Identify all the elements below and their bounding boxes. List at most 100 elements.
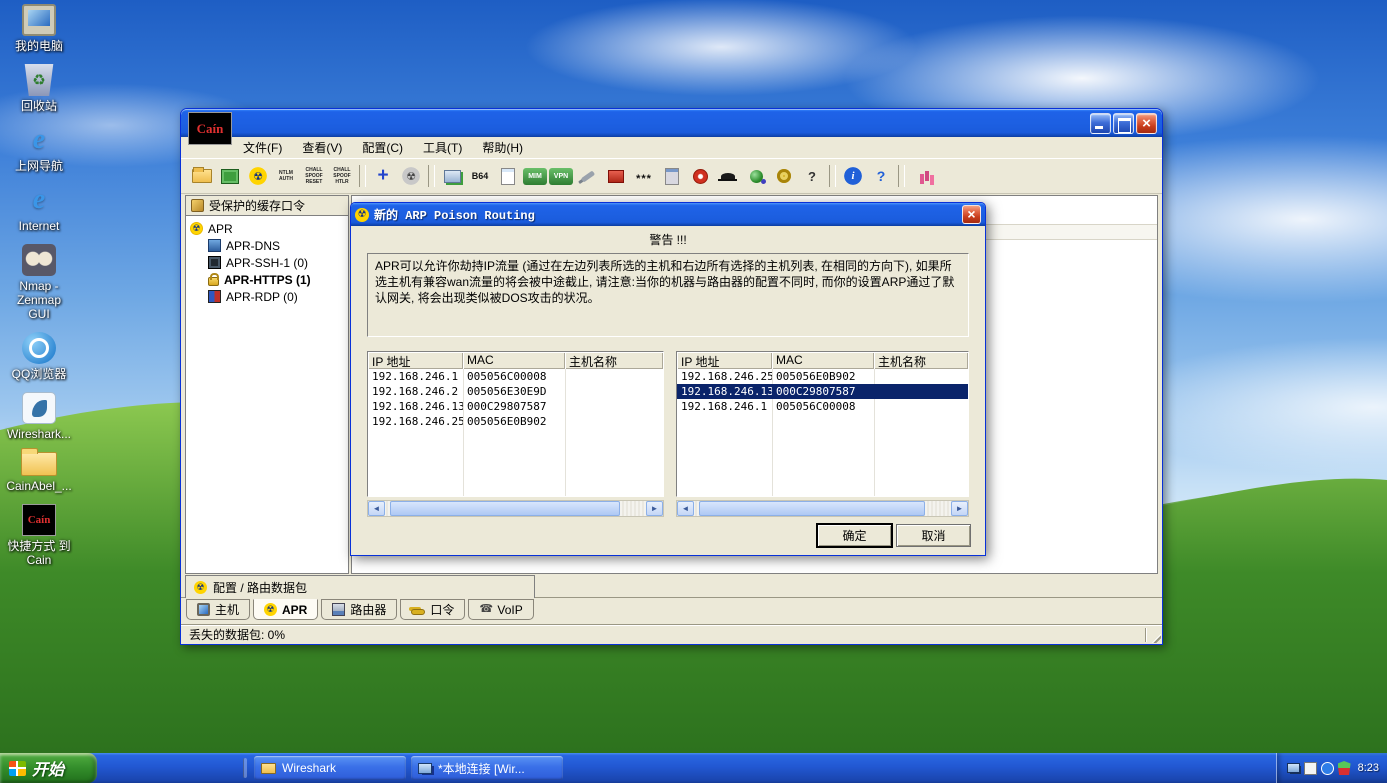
add-to-list-icon[interactable]: +	[370, 163, 396, 189]
scroll-thumb[interactable]	[699, 501, 926, 516]
host-row[interactable]: 192.168.246.1 005056C00008	[368, 369, 663, 384]
network-tray-icon[interactable]	[1286, 763, 1300, 773]
task-local-connection[interactable]: *本地连接 [Wir...	[411, 756, 563, 780]
dialog-close-button[interactable]	[962, 205, 981, 224]
cell-mac: 005056E30E9D	[467, 385, 547, 398]
network-adapter-icon[interactable]	[439, 163, 465, 189]
mim-icon[interactable]: MIM	[523, 167, 547, 185]
tab-passwords[interactable]: 口令	[400, 599, 466, 620]
host-row[interactable]: 192.168.246.254 005056E0B902	[677, 369, 968, 384]
desktop-icon-internet-nav[interactable]: 上网导航	[5, 124, 73, 173]
menu-config[interactable]: 配置(C)	[362, 139, 403, 156]
target-hosts-column: IP 地址 MAC 主机名称 192.168.246.254 005056E0B…	[676, 351, 969, 517]
host-row[interactable]: 192.168.246.130 000C29807587	[677, 384, 968, 399]
password-stars-icon[interactable]: ***	[631, 163, 657, 189]
host-row[interactable]: 192.168.246.254 005056E0B902	[368, 414, 663, 429]
column-header-mac[interactable]: MAC	[772, 352, 874, 369]
base64-decoder-icon[interactable]: B64	[467, 163, 493, 189]
open-folder-icon[interactable]	[189, 163, 215, 189]
tab-voip[interactable]: VoIP	[468, 599, 534, 620]
desktop-icon-internet[interactable]: Internet	[5, 184, 73, 233]
task-label: *本地连接 [Wir...	[438, 761, 525, 776]
menu-help[interactable]: 帮助(H)	[482, 139, 523, 156]
minimize-button[interactable]	[1090, 113, 1111, 134]
cd-icon[interactable]	[687, 163, 713, 189]
chall-spoof-reset-icon[interactable]: CHALL SPOOF RESET	[301, 163, 327, 189]
help-tray-icon[interactable]	[1320, 761, 1334, 775]
tab-routers[interactable]: 路由器	[321, 599, 398, 620]
tab-apr[interactable]: APR	[253, 599, 319, 620]
trojan-hat-icon[interactable]	[715, 163, 741, 189]
column-header-hostname[interactable]: 主机名称	[565, 352, 663, 369]
cain-titlebar[interactable]	[181, 109, 1162, 137]
column-header-mac[interactable]: MAC	[463, 352, 565, 369]
tree-item-apr-ssh[interactable]: APR-SSH-1 (0)	[206, 254, 346, 271]
desktop-icon-my-computer[interactable]: 我的电脑	[5, 4, 73, 53]
tree-item-label: APR-SSH-1 (0)	[226, 255, 309, 270]
dialog-titlebar[interactable]: 新的 ARP Poison Routing	[351, 203, 985, 226]
tree-item-apr[interactable]: APR	[188, 220, 346, 237]
config-route-tab[interactable]: 配置 / 路由数据包	[185, 575, 535, 598]
desktop-icon-qq-browser[interactable]: QQ浏览器	[5, 332, 73, 381]
host-row[interactable]: 192.168.246.130 000C29807587	[368, 399, 663, 414]
help-icon[interactable]: ?	[868, 163, 894, 189]
tree-item-apr-dns[interactable]: APR-DNS	[206, 237, 346, 254]
cache-passwords-icon	[191, 199, 204, 212]
desktop-icon-nmap-zenmap[interactable]: Nmap - Zenmap GUI	[5, 244, 73, 321]
vpn-icon[interactable]: VPN	[549, 167, 573, 185]
sniffer-icon[interactable]	[217, 163, 243, 189]
desktop-icon-cain-shortcut[interactable]: 快捷方式 到 Cain	[5, 504, 73, 567]
ntlm-auth-icon[interactable]: NTLM AUTH	[273, 163, 299, 189]
scroll-left-arrow-icon[interactable]	[368, 501, 385, 516]
target-hosts-hscrollbar[interactable]	[676, 500, 969, 517]
ok-button[interactable]: 确定	[817, 524, 892, 547]
start-button[interactable]: 开始	[0, 753, 97, 783]
tree-item-label: APR	[208, 221, 233, 236]
dialog-body: 警告 !!! APR可以允许你劫持IP流量 (通过在左边列表所选的主机和右边所有…	[351, 226, 985, 555]
rsa-token-icon[interactable]	[603, 163, 629, 189]
scroll-track[interactable]	[385, 501, 646, 516]
cert-decoder-icon[interactable]	[495, 163, 521, 189]
scroll-right-arrow-icon[interactable]	[951, 501, 968, 516]
protected-cache-tab[interactable]: 受保护的缓存口令	[185, 195, 349, 216]
antivirus-tray-icon[interactable]	[1337, 761, 1351, 775]
hash-tool-icon[interactable]	[575, 163, 601, 189]
menu-view[interactable]: 查看(V)	[302, 139, 342, 156]
query-icon[interactable]: ?	[799, 163, 825, 189]
desktop-icon-label: Nmap - Zenmap GUI	[16, 279, 62, 321]
host-row[interactable]: 192.168.246.1 005056C00008	[677, 399, 968, 414]
tab-hosts[interactable]: 主机	[186, 599, 251, 620]
column-header-ip[interactable]: IP 地址	[677, 352, 772, 369]
lost-packets-status: 丢失的数据包: 0%	[189, 628, 286, 642]
desktop-icon-wireshark[interactable]: Wireshark...	[5, 392, 73, 441]
cancel-button[interactable]: 取消	[896, 524, 971, 547]
column-header-hostname[interactable]: 主机名称	[874, 352, 968, 369]
host-row[interactable]: 192.168.246.2 005056E30E9D	[368, 384, 663, 399]
remove-apr-icon[interactable]: ☢	[398, 163, 424, 189]
menu-file[interactable]: 文件(F)	[243, 139, 282, 156]
tree-item-apr-rdp[interactable]: APR-RDP (0)	[206, 288, 346, 305]
desktop-icon-cainabel-folder[interactable]: CainAbel_...	[5, 448, 73, 493]
exit-chart-icon[interactable]	[909, 163, 935, 189]
close-button[interactable]	[1136, 113, 1157, 134]
apr-start-icon[interactable]: ☢	[245, 163, 271, 189]
tree-item-apr-https[interactable]: APR-HTTPS (1)	[206, 271, 346, 288]
info-icon[interactable]: i	[840, 163, 866, 189]
scroll-right-arrow-icon[interactable]	[646, 501, 663, 516]
resize-grip[interactable]	[1148, 630, 1161, 643]
remote-globe-icon[interactable]	[743, 163, 769, 189]
column-header-ip[interactable]: IP 地址	[368, 352, 463, 369]
menu-tools[interactable]: 工具(T)	[423, 139, 462, 156]
ime-tray-icon[interactable]	[1303, 761, 1317, 775]
desktop-icon-label: QQ浏览器	[11, 367, 67, 381]
maximize-button[interactable]	[1113, 113, 1134, 134]
calculator-icon[interactable]	[659, 163, 685, 189]
scroll-track[interactable]	[694, 501, 951, 516]
source-hosts-hscrollbar[interactable]	[367, 500, 664, 517]
scroll-thumb[interactable]	[390, 501, 620, 516]
chall-spoof-htlr-icon[interactable]: CHALL SPOOF HTLR	[329, 163, 355, 189]
syskey-gear-icon[interactable]	[771, 163, 797, 189]
scroll-left-arrow-icon[interactable]	[677, 501, 694, 516]
task-wireshark[interactable]: Wireshark	[254, 756, 406, 780]
desktop-icon-recycle-bin[interactable]: 回收站	[5, 64, 73, 113]
